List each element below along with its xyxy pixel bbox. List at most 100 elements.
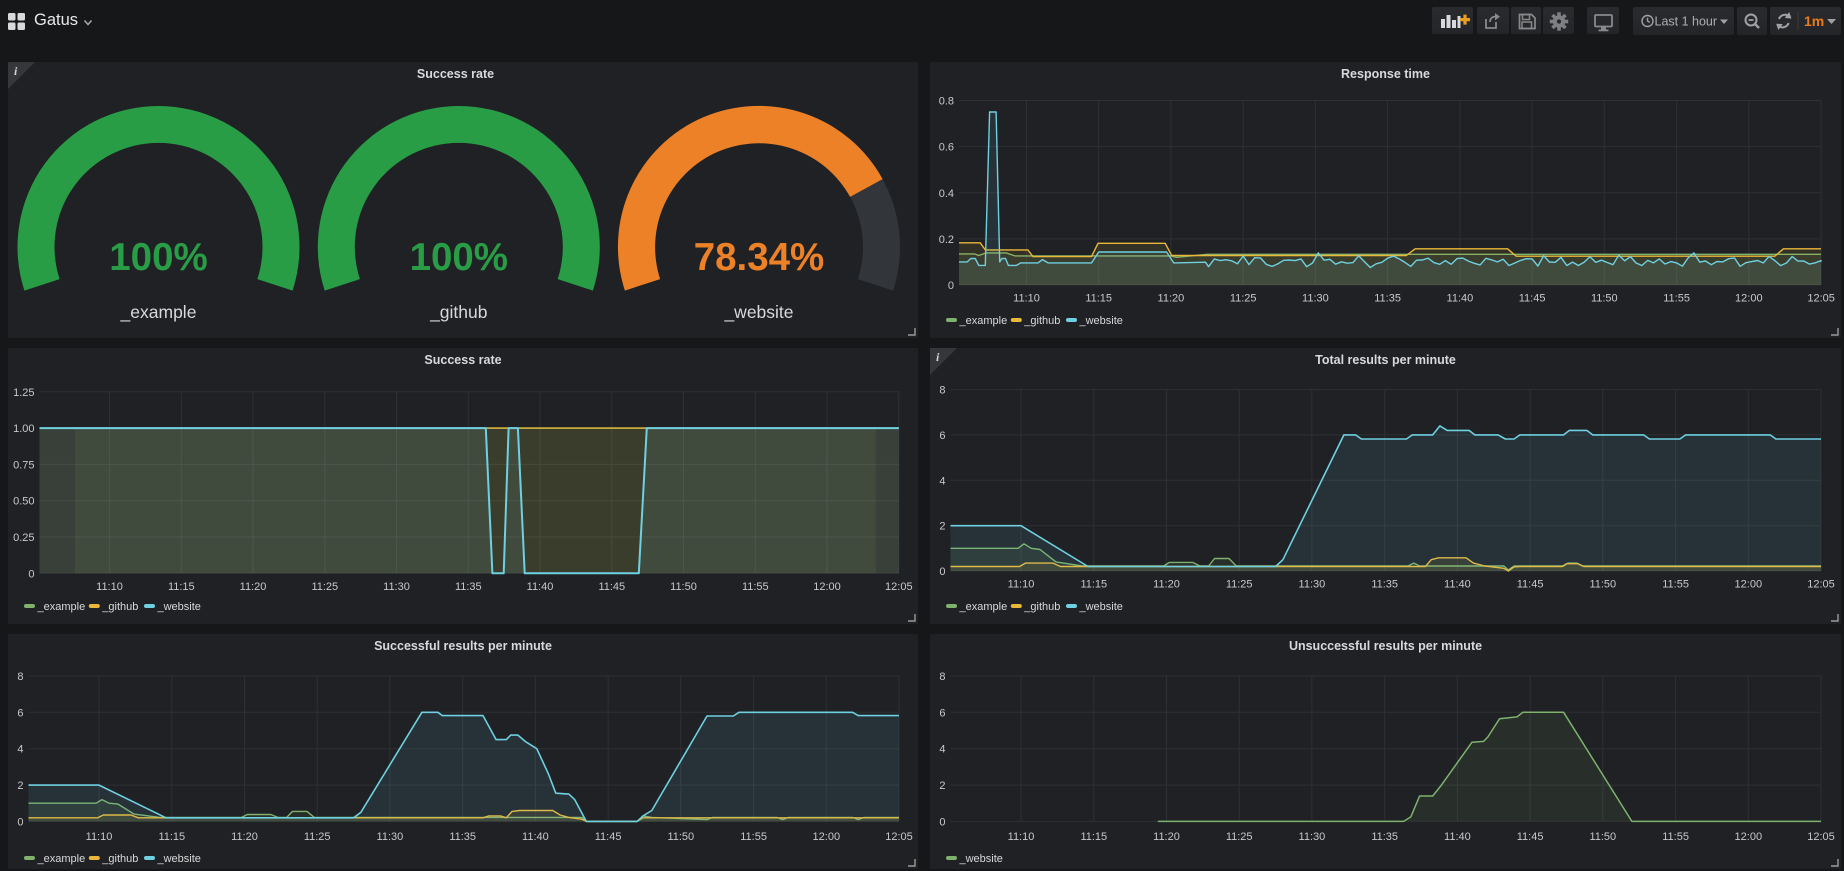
svg-text:11:50: 11:50 xyxy=(1589,831,1616,843)
svg-text:11:40: 11:40 xyxy=(1444,579,1471,591)
svg-text:0: 0 xyxy=(939,816,945,828)
svg-text:_example: _example xyxy=(120,302,197,323)
svg-text:12:00: 12:00 xyxy=(813,831,841,843)
svg-text:11:10: 11:10 xyxy=(1013,293,1040,305)
svg-text:11:30: 11:30 xyxy=(1299,831,1326,843)
svg-text:11:40: 11:40 xyxy=(1444,831,1471,843)
svg-text:11:35: 11:35 xyxy=(1371,579,1398,591)
svg-text:0.50: 0.50 xyxy=(13,496,34,508)
svg-text:8: 8 xyxy=(939,671,945,683)
svg-text:11:15: 11:15 xyxy=(1080,831,1107,843)
svg-text:12:05: 12:05 xyxy=(885,581,913,593)
svg-text:11:40: 11:40 xyxy=(527,581,554,593)
svg-text:11:50: 11:50 xyxy=(1591,293,1618,305)
svg-text:11:50: 11:50 xyxy=(670,581,697,593)
svg-text:11:20: 11:20 xyxy=(240,581,267,593)
svg-text:11:20: 11:20 xyxy=(231,831,258,843)
svg-text:11:45: 11:45 xyxy=(1517,831,1544,843)
svg-text:11:20: 11:20 xyxy=(1153,831,1180,843)
svg-text:0.4: 0.4 xyxy=(939,188,954,200)
svg-text:0.8: 0.8 xyxy=(939,96,954,108)
svg-text:11:45: 11:45 xyxy=(1517,579,1544,591)
svg-text:_website: _website xyxy=(1079,601,1123,613)
svg-text:11:50: 11:50 xyxy=(1589,579,1616,591)
svg-text:11:15: 11:15 xyxy=(1080,579,1107,591)
svg-text:0: 0 xyxy=(28,568,34,580)
svg-text:11:30: 11:30 xyxy=(383,581,410,593)
svg-text:_example: _example xyxy=(959,315,1008,327)
svg-text:0: 0 xyxy=(17,816,23,828)
svg-text:6: 6 xyxy=(17,707,23,719)
svg-text:_example: _example xyxy=(959,601,1008,613)
svg-text:100%: 100% xyxy=(410,236,508,279)
svg-text:11:30: 11:30 xyxy=(1299,579,1326,591)
svg-text:12:05: 12:05 xyxy=(1807,293,1835,305)
svg-text:4: 4 xyxy=(17,744,23,756)
svg-text:0.6: 0.6 xyxy=(939,142,954,154)
svg-text:12:00: 12:00 xyxy=(813,581,841,593)
svg-text:Last 1 hour: Last 1 hour xyxy=(1655,15,1718,29)
svg-text:11:20: 11:20 xyxy=(1153,579,1180,591)
svg-text:11:55: 11:55 xyxy=(740,831,767,843)
svg-text:6: 6 xyxy=(939,707,945,719)
svg-text:2: 2 xyxy=(939,780,945,792)
svg-text:11:55: 11:55 xyxy=(1663,293,1690,305)
svg-text:11:45: 11:45 xyxy=(595,831,622,843)
svg-text:_website: _website xyxy=(723,302,793,323)
svg-text:11:35: 11:35 xyxy=(455,581,482,593)
svg-text:11:15: 11:15 xyxy=(1085,293,1112,305)
svg-text:_website: _website xyxy=(1079,315,1123,327)
svg-text:11:55: 11:55 xyxy=(1662,579,1689,591)
svg-text:11:15: 11:15 xyxy=(168,581,195,593)
svg-text:11:15: 11:15 xyxy=(158,831,185,843)
svg-text:_github: _github xyxy=(101,853,138,865)
svg-text:11:55: 11:55 xyxy=(742,581,769,593)
svg-text:11:35: 11:35 xyxy=(1371,831,1398,843)
svg-text:12:05: 12:05 xyxy=(1807,831,1835,843)
svg-text:11:45: 11:45 xyxy=(598,581,625,593)
svg-text:_website: _website xyxy=(157,601,201,613)
svg-text:12:05: 12:05 xyxy=(885,831,913,843)
svg-text:11:10: 11:10 xyxy=(96,581,123,593)
svg-text:11:25: 11:25 xyxy=(304,831,331,843)
svg-text:_website: _website xyxy=(959,853,1003,865)
svg-text:0: 0 xyxy=(939,566,945,578)
svg-text:_github: _github xyxy=(429,302,487,323)
svg-text:1m: 1m xyxy=(1804,13,1824,29)
svg-text:11:20: 11:20 xyxy=(1158,293,1185,305)
svg-text:11:50: 11:50 xyxy=(667,831,694,843)
svg-text:11:35: 11:35 xyxy=(449,831,476,843)
svg-text:_example: _example xyxy=(37,601,86,613)
svg-text:11:25: 11:25 xyxy=(1226,579,1253,591)
svg-text:11:10: 11:10 xyxy=(1008,579,1035,591)
svg-text:2: 2 xyxy=(17,780,23,792)
svg-text:11:30: 11:30 xyxy=(377,831,404,843)
svg-text:6: 6 xyxy=(939,430,945,442)
svg-text:4: 4 xyxy=(939,475,945,487)
svg-text:11:35: 11:35 xyxy=(1374,293,1401,305)
svg-text:11:10: 11:10 xyxy=(86,831,113,843)
svg-text:12:00: 12:00 xyxy=(1735,831,1763,843)
svg-text:0.25: 0.25 xyxy=(13,532,34,544)
svg-text:_website: _website xyxy=(157,853,201,865)
svg-text:11:40: 11:40 xyxy=(522,831,549,843)
svg-text:78.34%: 78.34% xyxy=(694,236,825,279)
svg-text:1.00: 1.00 xyxy=(13,423,34,435)
svg-text:11:45: 11:45 xyxy=(1519,293,1546,305)
svg-text:11:25: 11:25 xyxy=(311,581,338,593)
svg-text:11:30: 11:30 xyxy=(1302,293,1329,305)
svg-text:11:40: 11:40 xyxy=(1447,293,1474,305)
svg-text:12:00: 12:00 xyxy=(1735,579,1763,591)
svg-text:0.2: 0.2 xyxy=(939,234,954,246)
svg-text:12:05: 12:05 xyxy=(1807,579,1835,591)
svg-text:_github: _github xyxy=(1023,601,1060,613)
svg-text:0.75: 0.75 xyxy=(13,459,34,471)
svg-text:4: 4 xyxy=(939,744,945,756)
svg-text:_example: _example xyxy=(37,853,86,865)
svg-text:8: 8 xyxy=(939,385,945,397)
svg-text:2: 2 xyxy=(939,521,945,533)
svg-text:11:10: 11:10 xyxy=(1008,831,1035,843)
svg-text:_github: _github xyxy=(101,601,138,613)
svg-text:11:25: 11:25 xyxy=(1226,831,1253,843)
svg-text:11:25: 11:25 xyxy=(1230,293,1257,305)
